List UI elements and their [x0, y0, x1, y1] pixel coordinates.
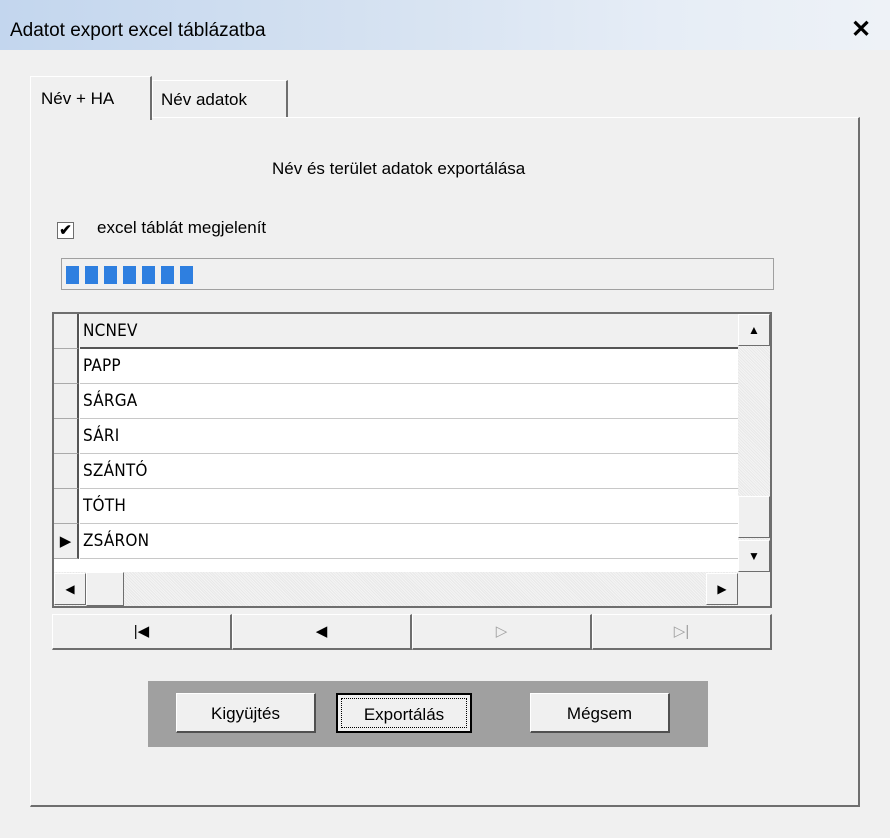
scroll-down-icon[interactable]: ▼ — [738, 540, 770, 572]
progress-bar — [61, 258, 774, 290]
row-indicator — [54, 314, 79, 349]
show-excel-checkbox[interactable]: ✔ — [57, 222, 74, 239]
horizontal-scrollbar[interactable]: ◀ ▶ — [54, 572, 738, 606]
progress-segment — [142, 266, 155, 284]
data-grid[interactable]: NCNEV PAPP SÁRGA SÁRI SZÁNTÓ TÓTH ▶ ZSÁRON ▲ ▼… — [52, 312, 772, 608]
first-record-icon[interactable]: |◀ — [52, 614, 232, 650]
grid-cell-ncnev[interactable]: TÓTH — [80, 489, 740, 524]
progress-segment — [85, 266, 98, 284]
vertical-scroll-thumb[interactable] — [738, 496, 770, 538]
progress-segment — [104, 266, 117, 284]
progress-segment — [180, 266, 193, 284]
cancel-button[interactable]: Mégsem — [530, 693, 670, 733]
table-row[interactable]: ▶ ZSÁRON — [54, 524, 740, 559]
scroll-up-icon[interactable]: ▲ — [738, 314, 770, 346]
grid-header-row: NCNEV — [54, 314, 740, 349]
table-row[interactable]: SZÁNTÓ — [54, 454, 740, 489]
row-indicator[interactable] — [54, 384, 79, 419]
table-row[interactable]: SÁRGA — [54, 384, 740, 419]
button-bar: Kigyüjtés Exportálás Mégsem — [148, 681, 708, 747]
grid-cell-ncnev[interactable]: PAPP — [80, 349, 740, 384]
next-record-icon[interactable]: ▷ — [412, 614, 592, 650]
horizontal-scroll-thumb[interactable] — [86, 572, 124, 606]
grid-cell-ncnev[interactable]: ZSÁRON — [80, 524, 740, 559]
grid-cell-ncnev[interactable]: SÁRI — [80, 419, 740, 454]
table-row[interactable]: TÓTH — [54, 489, 740, 524]
scroll-right-icon[interactable]: ▶ — [706, 573, 738, 605]
collect-button[interactable]: Kigyüjtés — [176, 693, 316, 733]
close-icon[interactable]: ✕ — [846, 17, 876, 43]
column-header-ncnev[interactable]: NCNEV — [80, 314, 740, 349]
row-indicator[interactable] — [54, 419, 79, 454]
scroll-left-icon[interactable]: ◀ — [54, 573, 86, 605]
tab-label: Név adatok — [161, 90, 247, 109]
progress-segment — [123, 266, 136, 284]
panel-heading: Név és terület adatok exportálása — [272, 159, 526, 178]
row-indicator[interactable] — [54, 454, 79, 489]
show-excel-checkbox-label[interactable]: excel táblát megjelenít — [97, 218, 266, 238]
progress-segment — [161, 266, 174, 284]
scrollbar-corner — [738, 572, 770, 606]
progress-segment — [66, 266, 79, 284]
current-record-icon[interactable]: ▶ — [54, 524, 79, 559]
last-record-icon[interactable]: ▷| — [592, 614, 772, 650]
tab-nev-ha[interactable]: Név + HA — [30, 76, 152, 120]
window-title: Adatot export excel táblázatba — [10, 20, 266, 41]
row-indicator[interactable] — [54, 349, 79, 384]
grid-cell-ncnev[interactable]: SZÁNTÓ — [80, 454, 740, 489]
row-indicator[interactable] — [54, 489, 79, 524]
tab-nev-adatok[interactable]: Név adatok — [152, 80, 288, 118]
grid-cell-ncnev[interactable]: SÁRGA — [80, 384, 740, 419]
export-button[interactable]: Exportálás — [336, 693, 472, 733]
vertical-scrollbar[interactable]: ▲ ▼ — [738, 314, 770, 572]
table-row[interactable]: PAPP — [54, 349, 740, 384]
previous-record-icon[interactable]: ◀ — [232, 614, 412, 650]
record-navigator: |◀ ◀ ▷ ▷| — [52, 614, 772, 650]
title-bar: Adatot export excel táblázatba ✕ — [0, 0, 890, 50]
table-row[interactable]: SÁRI — [54, 419, 740, 454]
tab-label: Név + HA — [41, 89, 115, 108]
